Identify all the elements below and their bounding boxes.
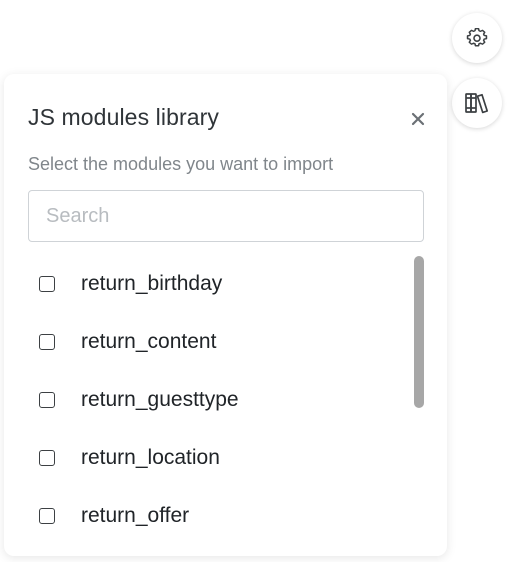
module-list-scrollbar[interactable]	[414, 256, 424, 408]
module-checkbox[interactable]	[39, 508, 55, 524]
search-input[interactable]	[28, 190, 424, 242]
dialog-subtitle: Select the modules you want to import	[28, 154, 334, 174]
module-label: return_location	[81, 446, 220, 469]
module-list[interactable]: return_birthday return_content return_gu…	[28, 256, 408, 556]
library-button[interactable]	[452, 78, 502, 128]
module-item-return-guesttype[interactable]: return_guesttype	[28, 380, 408, 420]
module-label: return_guesttype	[81, 388, 239, 411]
settings-button[interactable]	[452, 13, 502, 63]
module-checkbox[interactable]	[39, 334, 55, 350]
module-checkbox[interactable]	[39, 450, 55, 466]
gear-icon	[466, 27, 488, 49]
module-item-return-birthday[interactable]: return_birthday	[28, 264, 408, 304]
module-item-return-content[interactable]: return_content	[28, 322, 408, 362]
module-label: return_birthday	[81, 272, 223, 295]
module-checkbox[interactable]	[39, 276, 55, 292]
js-modules-library-dialog: JS modules library Select the modules yo…	[4, 74, 447, 556]
books-library-icon	[464, 91, 490, 115]
dialog-title: JS modules library	[28, 104, 219, 130]
module-label: return_content	[81, 330, 217, 353]
app-stage: JS modules library Select the modules yo…	[0, 0, 510, 562]
module-item-return-offer[interactable]: return_offer	[28, 496, 408, 536]
module-checkbox[interactable]	[39, 392, 55, 408]
module-label: return_offer	[81, 504, 190, 527]
close-icon	[411, 112, 425, 131]
close-button[interactable]	[409, 112, 427, 130]
module-item-return-location[interactable]: return_location	[28, 438, 408, 478]
